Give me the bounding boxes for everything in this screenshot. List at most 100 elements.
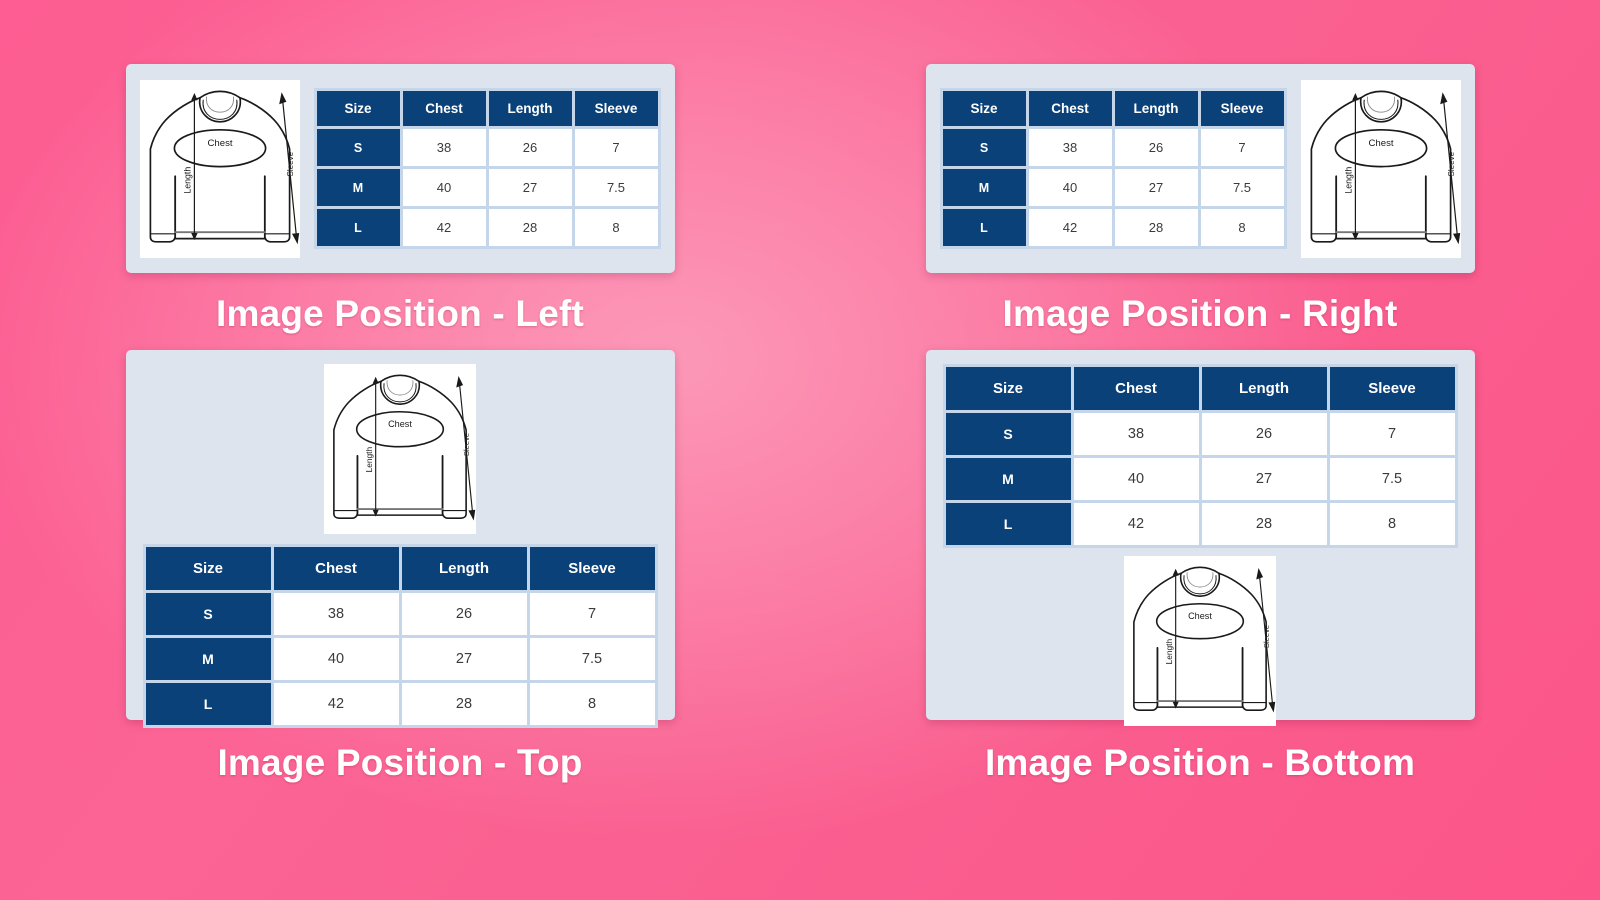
cell-sleeve: 8 [574, 209, 658, 246]
cell-length: 26 [401, 593, 527, 635]
cell-length: 27 [401, 638, 527, 680]
column-header-size: Size [145, 547, 271, 590]
cell-size: L [316, 209, 400, 246]
length-label: Length [1343, 166, 1353, 193]
cell-size: S [145, 593, 271, 635]
cell-chest: 40 [1073, 458, 1199, 500]
column-header-sleeve: Sleeve [529, 547, 655, 590]
cell-chest: 40 [1028, 169, 1112, 206]
cell-length: 26 [1114, 129, 1198, 166]
sleeve-label: Sleeve [285, 151, 294, 176]
panel-grid: Chest Length Sleeve Size Chest Length Sl… [0, 0, 1600, 900]
column-header-chest: Chest [273, 547, 399, 590]
length-label: Length [364, 447, 374, 473]
panel-image-position-top: Chest Length Sleeve Size Chest Length Sl… [0, 345, 800, 800]
chest-label: Chest [1188, 611, 1212, 621]
shirt-diagram-svg: Chest Length Sleeve [333, 374, 476, 521]
column-header-length: Length [488, 91, 572, 126]
length-label: Length [1164, 639, 1174, 665]
cell-sleeve: 7 [1329, 413, 1455, 455]
cell-sleeve: 7 [574, 129, 658, 166]
cell-chest: 40 [402, 169, 486, 206]
shirt-measurement-illustration: Chest Length Sleeve [1300, 79, 1461, 258]
table-header-row: Size Chest Length Sleeve [942, 91, 1284, 126]
size-chart-table: Size Chest Length Sleeve S 38 26 7 M 40 … [942, 364, 1458, 548]
shirt-diagram-svg: Chest Length Sleeve [1310, 90, 1460, 244]
table-header-row: Size Chest Length Sleeve [945, 367, 1455, 410]
cell-length: 26 [488, 129, 572, 166]
cell-size: S [945, 413, 1071, 455]
size-chart-table: Size Chest Length Sleeve S 38 26 7 M 40 … [142, 544, 658, 728]
column-header-size: Size [942, 91, 1026, 126]
sleeve-label: Sleeve [1446, 151, 1455, 176]
cell-size: M [942, 169, 1026, 206]
size-chart-card: Size Chest Length Sleeve S 38 26 7 M 40 … [925, 350, 1475, 726]
cell-length: 27 [1201, 458, 1327, 500]
cell-length: 26 [1201, 413, 1327, 455]
table-row: S 38 26 7 [945, 413, 1455, 455]
cell-sleeve: 7.5 [574, 169, 658, 206]
cell-length: 28 [1114, 209, 1198, 246]
column-header-sleeve: Sleeve [1329, 367, 1455, 410]
cell-chest: 42 [1028, 209, 1112, 246]
sleeve-label: Sleeve [462, 433, 471, 456]
size-chart-card: Chest Length Sleeve Size Chest Length Sl… [125, 64, 675, 273]
shirt-diagram-svg: Chest Length Sleeve [1133, 566, 1276, 713]
column-header-chest: Chest [402, 91, 486, 126]
cell-sleeve: 8 [1200, 209, 1284, 246]
cell-size: L [942, 209, 1026, 246]
table-row: L 42 28 8 [942, 209, 1284, 246]
chest-label: Chest [1368, 137, 1393, 148]
cell-chest: 38 [402, 129, 486, 166]
sleeve-label: Sleeve [1262, 625, 1271, 648]
panel-caption: Image Position - Left [215, 293, 585, 334]
table-row: L 42 28 8 [145, 683, 655, 725]
cell-sleeve: 8 [529, 683, 655, 725]
column-header-length: Length [1201, 367, 1327, 410]
cell-length: 28 [488, 209, 572, 246]
shirt-measurement-illustration: Chest Length Sleeve [1124, 556, 1276, 726]
table-row: S 38 26 7 [316, 129, 658, 166]
table-row: M 40 27 7.5 [316, 169, 658, 206]
cell-sleeve: 7.5 [1329, 458, 1455, 500]
column-header-sleeve: Sleeve [1200, 91, 1284, 126]
column-header-size: Size [316, 91, 400, 126]
cell-sleeve: 7.5 [1200, 169, 1284, 206]
cell-chest: 42 [402, 209, 486, 246]
table-row: S 38 26 7 [942, 129, 1284, 166]
length-label: Length [182, 166, 192, 193]
cell-size: L [945, 503, 1071, 545]
cell-chest: 42 [1073, 503, 1199, 545]
table-row: M 40 27 7.5 [145, 638, 655, 680]
shirt-diagram-svg: Chest Length Sleeve [149, 90, 299, 244]
panel-caption: Image Position - Top [217, 742, 583, 783]
chest-label: Chest [388, 419, 412, 429]
cell-length: 27 [488, 169, 572, 206]
table-row: L 42 28 8 [945, 503, 1455, 545]
table-row: S 38 26 7 [145, 593, 655, 635]
cell-sleeve: 7.5 [529, 638, 655, 680]
panel-caption: Image Position - Bottom [984, 742, 1416, 783]
table-row: M 40 27 7.5 [945, 458, 1455, 500]
shirt-measurement-illustration: Chest Length Sleeve [324, 364, 476, 534]
table-row: M 40 27 7.5 [942, 169, 1284, 206]
column-header-length: Length [401, 547, 527, 590]
cell-length: 27 [1114, 169, 1198, 206]
cell-chest: 38 [1073, 413, 1199, 455]
table-row: L 42 28 8 [316, 209, 658, 246]
cell-chest: 42 [273, 683, 399, 725]
cell-size: S [316, 129, 400, 166]
column-header-size: Size [945, 367, 1071, 410]
panel-caption: Image Position - Right [1002, 293, 1398, 334]
cell-size: S [942, 129, 1026, 166]
column-header-length: Length [1114, 91, 1198, 126]
size-chart-card: Size Chest Length Sleeve S 38 26 7 M 40 … [925, 64, 1475, 273]
size-chart-card: Chest Length Sleeve Size Chest Length Sl… [125, 350, 675, 728]
cell-size: M [945, 458, 1071, 500]
chest-label: Chest [207, 137, 232, 148]
size-chart-table: Size Chest Length Sleeve S 38 26 7 M 40 … [313, 88, 661, 249]
cell-size: M [316, 169, 400, 206]
table-header-row: Size Chest Length Sleeve [145, 547, 655, 590]
chest-measure-ellipse [355, 410, 445, 448]
table-header-row: Size Chest Length Sleeve [316, 91, 658, 126]
